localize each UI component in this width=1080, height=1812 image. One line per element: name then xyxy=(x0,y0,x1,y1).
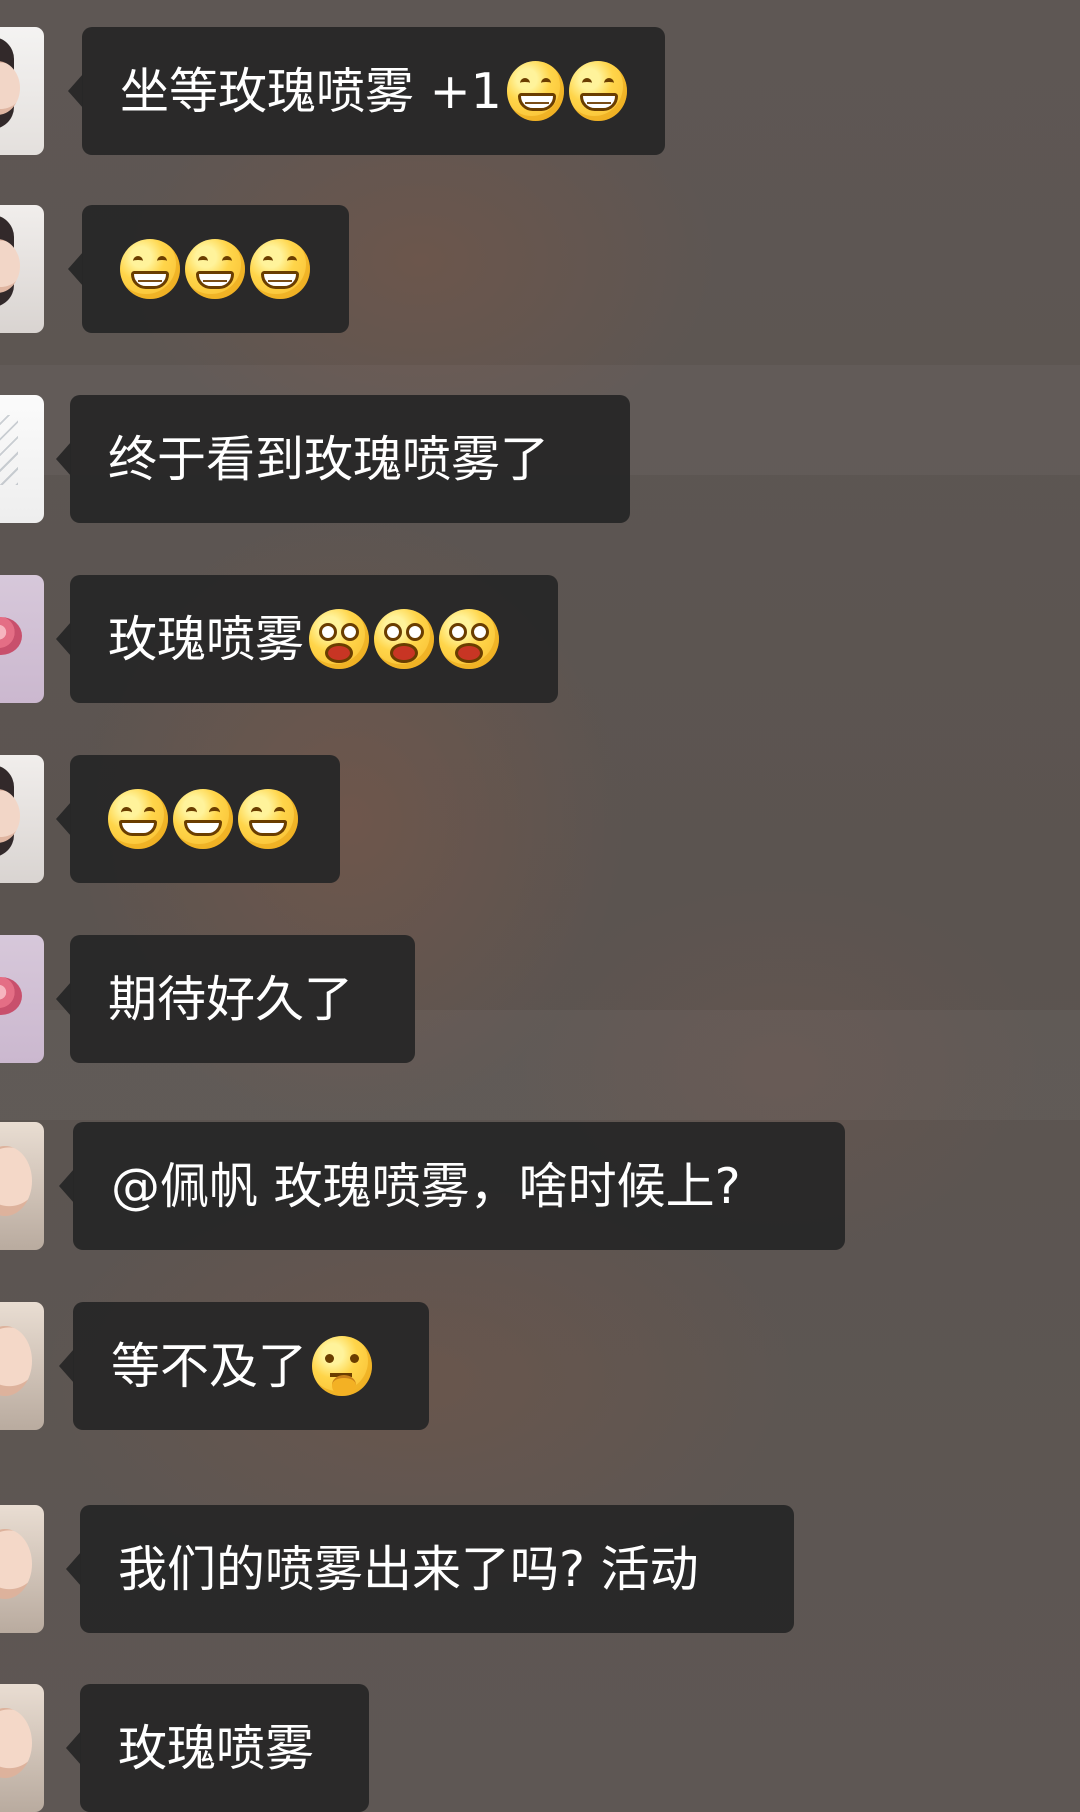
avatar-face-image xyxy=(0,1529,32,1599)
message-text: 玫瑰喷雾 xyxy=(118,1719,315,1777)
grinning-face-icon xyxy=(120,239,180,299)
avatar[interactable] xyxy=(0,935,44,1063)
message-bubble[interactable]: 玫瑰喷雾 xyxy=(66,1684,369,1812)
avatar-face-image xyxy=(0,789,20,843)
message-bubble[interactable] xyxy=(56,755,340,883)
message-bubble[interactable]: 期待好久了 xyxy=(56,935,415,1063)
grinning-face-icon xyxy=(506,61,565,121)
message-bubble[interactable] xyxy=(68,205,349,333)
avatar-face-image xyxy=(0,239,20,293)
smiling-face-icon xyxy=(238,789,298,849)
thinking-face-icon xyxy=(312,1336,373,1396)
avatar[interactable] xyxy=(0,1684,44,1812)
avatar-face-image xyxy=(0,1708,32,1778)
message-text: 等不及了 xyxy=(111,1337,308,1395)
star-struck-face-icon xyxy=(309,609,370,669)
chat-message-list: 坐等玫瑰喷雾 +1 终于看到玫瑰喷雾了 玫瑰喷雾 期待好久了 @佩帆 玫瑰喷雾，… xyxy=(0,0,1080,1812)
avatar-face-image xyxy=(0,1146,32,1216)
rose-icon xyxy=(0,977,22,1015)
message-text: @佩帆 玫瑰喷雾，啥时候上? xyxy=(111,1157,741,1215)
avatar[interactable] xyxy=(0,395,44,523)
avatar[interactable] xyxy=(0,1302,44,1430)
message-text: 终于看到玫瑰喷雾了 xyxy=(108,430,550,488)
grinning-face-icon xyxy=(250,239,310,299)
avatar[interactable] xyxy=(0,575,44,703)
smiling-face-icon xyxy=(173,789,233,849)
avatar-face-image xyxy=(0,1326,32,1396)
message-bubble[interactable]: 我们的喷雾出来了吗? 活动 xyxy=(66,1505,794,1633)
grinning-face-icon xyxy=(185,239,245,299)
smiling-face-icon xyxy=(108,789,168,849)
avatar[interactable] xyxy=(0,755,44,883)
message-bubble[interactable]: 终于看到玫瑰喷雾了 xyxy=(56,395,630,523)
avatar-illustration-image xyxy=(0,415,18,485)
avatar-face-image xyxy=(0,61,20,115)
message-text: 期待好久了 xyxy=(108,970,354,1028)
message-text: 坐等玫瑰喷雾 +1 xyxy=(120,62,502,120)
avatar[interactable] xyxy=(0,205,44,333)
message-text: 我们的喷雾出来了吗? 活动 xyxy=(118,1540,699,1598)
message-bubble[interactable]: 坐等玫瑰喷雾 +1 xyxy=(68,27,665,155)
avatar[interactable] xyxy=(0,1122,44,1250)
message-bubble[interactable]: @佩帆 玫瑰喷雾，啥时候上? xyxy=(59,1122,845,1250)
avatar[interactable] xyxy=(0,27,44,155)
message-bubble[interactable]: 玫瑰喷雾 xyxy=(56,575,558,703)
grinning-face-icon xyxy=(569,61,627,121)
star-struck-face-icon xyxy=(374,609,435,669)
star-struck-face-icon xyxy=(439,609,500,669)
message-text: 玫瑰喷雾 xyxy=(108,610,305,668)
avatar[interactable] xyxy=(0,1505,44,1633)
rose-icon xyxy=(0,617,22,655)
message-bubble[interactable]: 等不及了 xyxy=(59,1302,429,1430)
